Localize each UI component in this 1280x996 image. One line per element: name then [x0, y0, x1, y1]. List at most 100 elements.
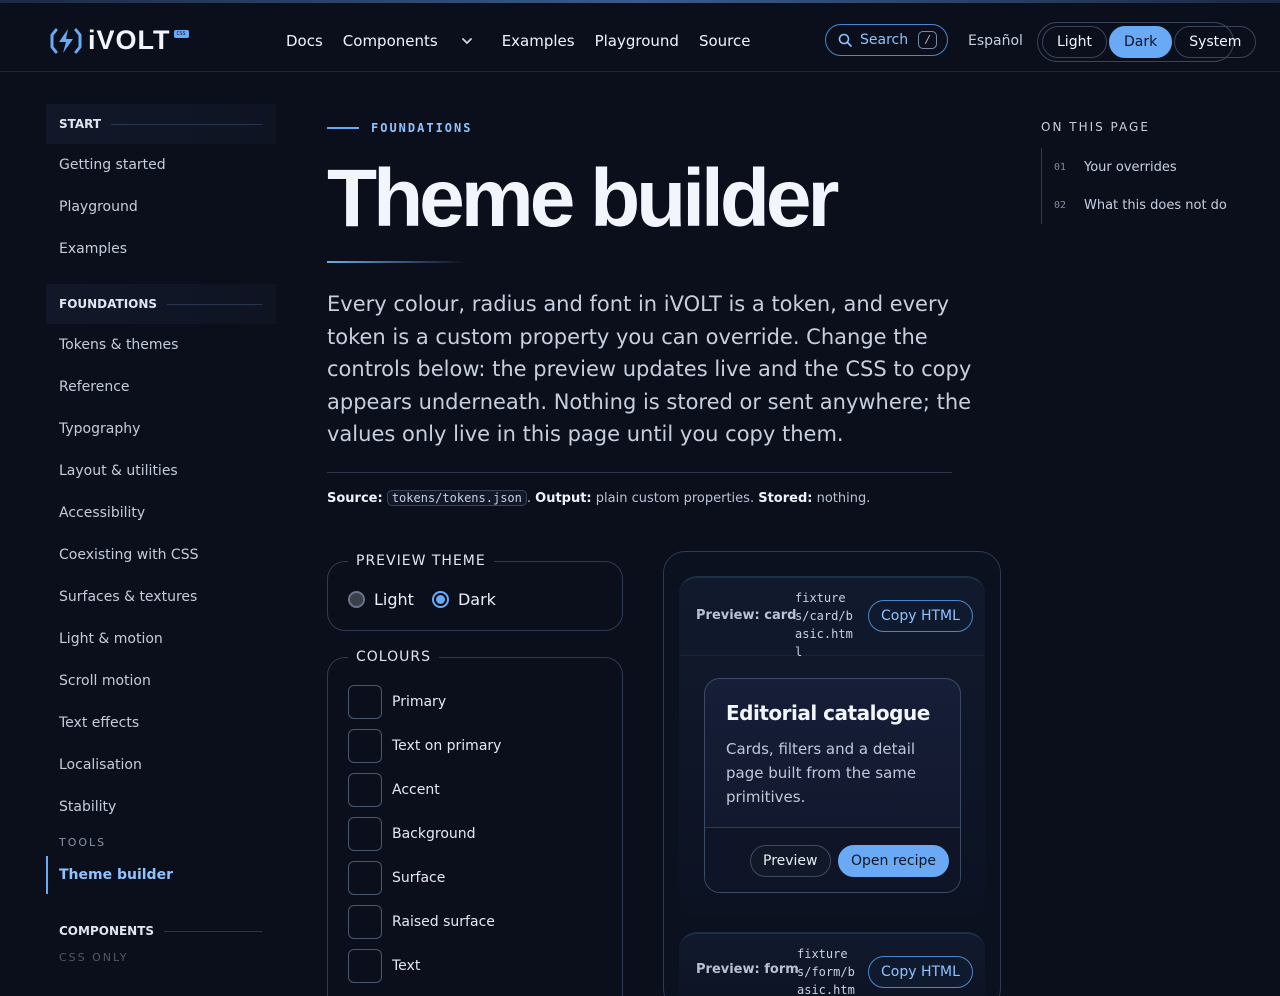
colour-row-primary: Primary: [348, 685, 446, 719]
search-shortcut: /: [918, 31, 937, 49]
sidebar-item-examples[interactable]: Examples: [46, 228, 276, 270]
fieldset-legend: COLOURS: [348, 649, 439, 665]
nav-components[interactable]: Components: [343, 32, 438, 50]
sidebar-item-coexisting-css[interactable]: Coexisting with CSS: [46, 534, 276, 576]
preview-theme-fieldset: PREVIEW THEME Light Dark: [327, 553, 623, 631]
toc-title: ON THIS PAGE: [1041, 120, 1150, 134]
source-label: Source:: [327, 491, 383, 506]
colour-row-text: Text: [348, 949, 420, 983]
open-recipe-button[interactable]: Open recipe: [838, 845, 949, 877]
sidebar-section-foundations: FOUNDATIONS: [46, 284, 276, 324]
fixture-path: fixtures/form/basic.html: [797, 947, 855, 996]
preview-form-panel: Preview: form fixtures/form/basic.html C…: [679, 932, 985, 996]
divider: [327, 472, 952, 473]
demo-card-text: Cards, filters and a detail page built f…: [726, 740, 917, 806]
colours-fieldset: COLOURS Primary Text on primary Accent B…: [327, 649, 623, 996]
colour-row-text-on-primary: Text on primary: [348, 729, 501, 763]
search-icon: [838, 33, 852, 47]
preview-card-header: Preview: card fixtures/card/basic.html C…: [679, 578, 985, 659]
sidebar-item-theme-builder[interactable]: Theme builder: [46, 856, 276, 894]
sidebar-item-text-effects[interactable]: Text effects: [46, 702, 276, 744]
page-title: Theme builder: [327, 153, 839, 244]
demo-card-title: Editorial catalogue: [726, 701, 930, 725]
theme-system-button[interactable]: System: [1174, 26, 1257, 58]
sidebar-item-localisation[interactable]: Localisation: [46, 744, 276, 786]
sidebar-item-reference[interactable]: Reference: [46, 366, 276, 408]
nav-playground[interactable]: Playground: [595, 32, 679, 50]
nav-docs[interactable]: Docs: [286, 32, 323, 50]
theme-light-button[interactable]: Light: [1042, 26, 1107, 58]
search-button[interactable]: Search /: [825, 24, 948, 56]
sidebar-item-accessibility[interactable]: Accessibility: [46, 492, 276, 534]
nav-examples[interactable]: Examples: [502, 32, 575, 50]
toc-label: Your overrides: [1084, 159, 1177, 175]
preview-label: Preview: form: [696, 962, 799, 977]
sidebar-section-label: START: [59, 117, 102, 131]
sidebar-section-label: FOUNDATIONS: [59, 297, 158, 311]
preview-button[interactable]: Preview: [750, 845, 831, 877]
sidebar-item-light-motion[interactable]: Light & motion: [46, 618, 276, 660]
toc-number: 01: [1054, 161, 1067, 173]
toc-item[interactable]: 01 Your overrides: [1054, 148, 1241, 186]
stored-value: nothing.: [816, 491, 871, 506]
sidebar-item-playground[interactable]: Playground: [46, 186, 276, 228]
radio-light-label[interactable]: Light: [374, 590, 414, 609]
sidebar-section-label: COMPONENTS: [59, 924, 155, 938]
lead-paragraph: Every colour, radius and font in iVOLT i…: [327, 292, 972, 446]
radio-dark-label[interactable]: Dark: [458, 590, 496, 609]
logo-badge: CSS: [173, 29, 189, 38]
demo-card: Editorial catalogue Cards, filters and a…: [704, 678, 961, 893]
sidebar-item-scroll-motion[interactable]: Scroll motion: [46, 660, 276, 702]
colour-picker[interactable]: [348, 817, 382, 851]
theme-dark-button[interactable]: Dark: [1108, 26, 1173, 58]
copy-html-button[interactable]: Copy HTML: [868, 600, 973, 632]
toc-item[interactable]: 02 What this does not do: [1054, 186, 1241, 224]
sidebar-item-surfaces-textures[interactable]: Surfaces & textures: [46, 576, 276, 618]
sidebar-subsection-css-only: CSS ONLY: [59, 950, 129, 964]
colour-picker[interactable]: [348, 773, 382, 807]
sidebar-item-layout-utilities[interactable]: Layout & utilities: [46, 450, 276, 492]
colour-picker[interactable]: [348, 905, 382, 939]
source-line: Source: tokens/tokens.json. Output: plai…: [327, 490, 871, 506]
fixture-path: fixtures/card/basic.html: [795, 591, 853, 659]
sidebar: START Getting started Playground Example…: [46, 104, 276, 966]
eyebrow-text: FOUNDATIONS: [371, 121, 473, 135]
section-divider: [164, 930, 262, 932]
colour-row-accent: Accent: [348, 773, 440, 807]
language-switch[interactable]: Español: [968, 33, 1023, 49]
theme-toggle: Light Dark System: [1037, 22, 1257, 62]
stored-label: Stored:: [758, 491, 813, 506]
nav-source[interactable]: Source: [699, 32, 751, 50]
fieldset-legend: PREVIEW THEME: [348, 553, 494, 569]
site-header: iVOLT CSS Docs Components Examples Playg…: [0, 3, 1280, 72]
logo-text: iVOLT: [88, 25, 171, 55]
demo-card-footer: Preview Open recipe: [705, 827, 960, 892]
copy-html-button[interactable]: Copy HTML: [868, 956, 973, 988]
sidebar-section-components: COMPONENTS: [46, 914, 276, 948]
colour-picker[interactable]: [348, 685, 382, 719]
colour-picker[interactable]: [348, 949, 382, 983]
colour-label: Accent: [392, 782, 440, 798]
radio-dark[interactable]: [431, 591, 449, 608]
colour-picker[interactable]: [348, 861, 382, 895]
preview-label: Preview: card: [696, 608, 797, 623]
logo[interactable]: iVOLT CSS: [48, 25, 189, 56]
eyebrow-dash: [327, 127, 359, 129]
output-label: Output:: [535, 491, 592, 506]
source-file[interactable]: tokens/tokens.json: [386, 490, 527, 506]
sidebar-item-typography[interactable]: Typography: [46, 408, 276, 450]
bolt-logo-icon: [50, 28, 82, 53]
sidebar-item-getting-started[interactable]: Getting started: [46, 144, 276, 186]
sidebar-section-start: START: [46, 104, 276, 144]
sidebar-item-stability[interactable]: Stability: [46, 786, 276, 828]
colour-label: Background: [392, 826, 476, 842]
sidebar-item-tokens-themes[interactable]: Tokens & themes: [46, 324, 276, 366]
radio-light[interactable]: [348, 591, 365, 608]
main-nav: Docs Components Examples Playground Sour…: [286, 30, 770, 51]
sidebar-subsection-tools: TOOLS: [59, 835, 107, 849]
theme-radio-group: Light Dark: [348, 590, 514, 609]
chevron-down-icon[interactable]: [442, 30, 474, 51]
colour-picker[interactable]: [348, 729, 382, 763]
toc-number: 02: [1054, 199, 1067, 211]
title-underline: [327, 261, 467, 263]
